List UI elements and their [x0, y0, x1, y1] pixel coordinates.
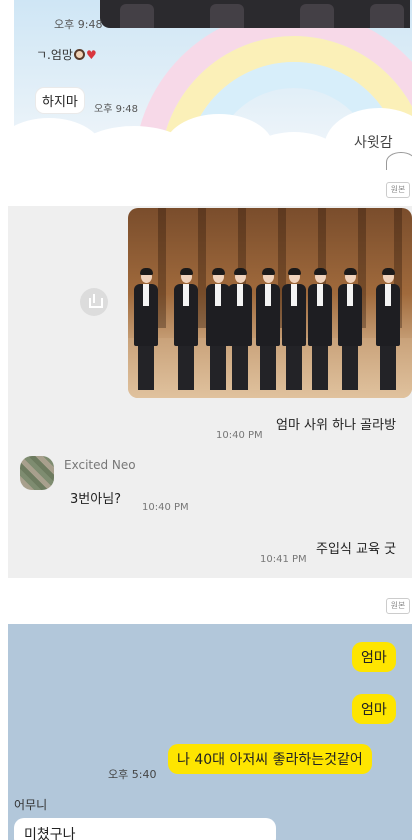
message-time: 10:41 PM [260, 554, 307, 565]
sticker-doodle [386, 152, 412, 170]
original-badge[interactable]: 원본 [386, 182, 410, 198]
message-bubble[interactable]: 3번아님? [70, 488, 121, 507]
photo-fragment[interactable] [100, 0, 410, 28]
message-bubble[interactable]: 엄마 [352, 694, 396, 724]
share-icon[interactable] [80, 288, 108, 316]
avatar[interactable] [20, 456, 54, 490]
message-bubble[interactable]: 엄마 [352, 642, 396, 672]
message-bubble[interactable]: 나 40대 아저씨 좋라하는것같어 [168, 744, 372, 774]
message-bubble[interactable]: 엄마 사위 하나 골라방 [276, 414, 396, 433]
message-time: 오후 9:48 [54, 18, 103, 31]
screenshot-page: 오후 9:48 ㄱ.엄망 ♥ 하지마 오후 9:48 사윗감 원본 엄마 사위 … [0, 0, 420, 840]
message-time: 오후 5:40 [108, 768, 157, 781]
message-bubble[interactable]: 하지마 [36, 88, 84, 113]
heart-icon: ♥ [85, 48, 97, 62]
sender-name: Excited Neo [64, 458, 136, 472]
chat-screenshot-3: 엄마 엄마 나 40대 아저씨 좋라하는것같어 오후 5:40 어무니 미쳤구나 [8, 624, 412, 840]
sender-name-text: ㄱ.엄망 [36, 48, 73, 62]
boy-emoji-icon [73, 49, 85, 60]
message-bubble[interactable]: 미쳤구나 [14, 818, 276, 840]
sticker-text: 사윗감 [354, 135, 393, 151]
chat-screenshot-2: 엄마 사위 하나 골라방 10:40 PM Excited Neo 3번아님? … [8, 206, 412, 578]
sender-name: ㄱ.엄망 ♥ [36, 46, 97, 63]
message-time: 10:40 PM [216, 430, 263, 441]
chat-screenshot-1: 오후 9:48 ㄱ.엄망 ♥ 하지마 오후 9:48 사윗감 [14, 0, 412, 170]
group-photo[interactable] [128, 208, 412, 398]
message-time: 오후 9:48 [94, 104, 139, 115]
original-badge[interactable]: 원본 [386, 598, 410, 614]
message-time: 10:40 PM [142, 502, 189, 513]
sender-name: 어무니 [14, 798, 48, 812]
message-bubble[interactable]: 주입식 교육 굿 [316, 538, 396, 557]
